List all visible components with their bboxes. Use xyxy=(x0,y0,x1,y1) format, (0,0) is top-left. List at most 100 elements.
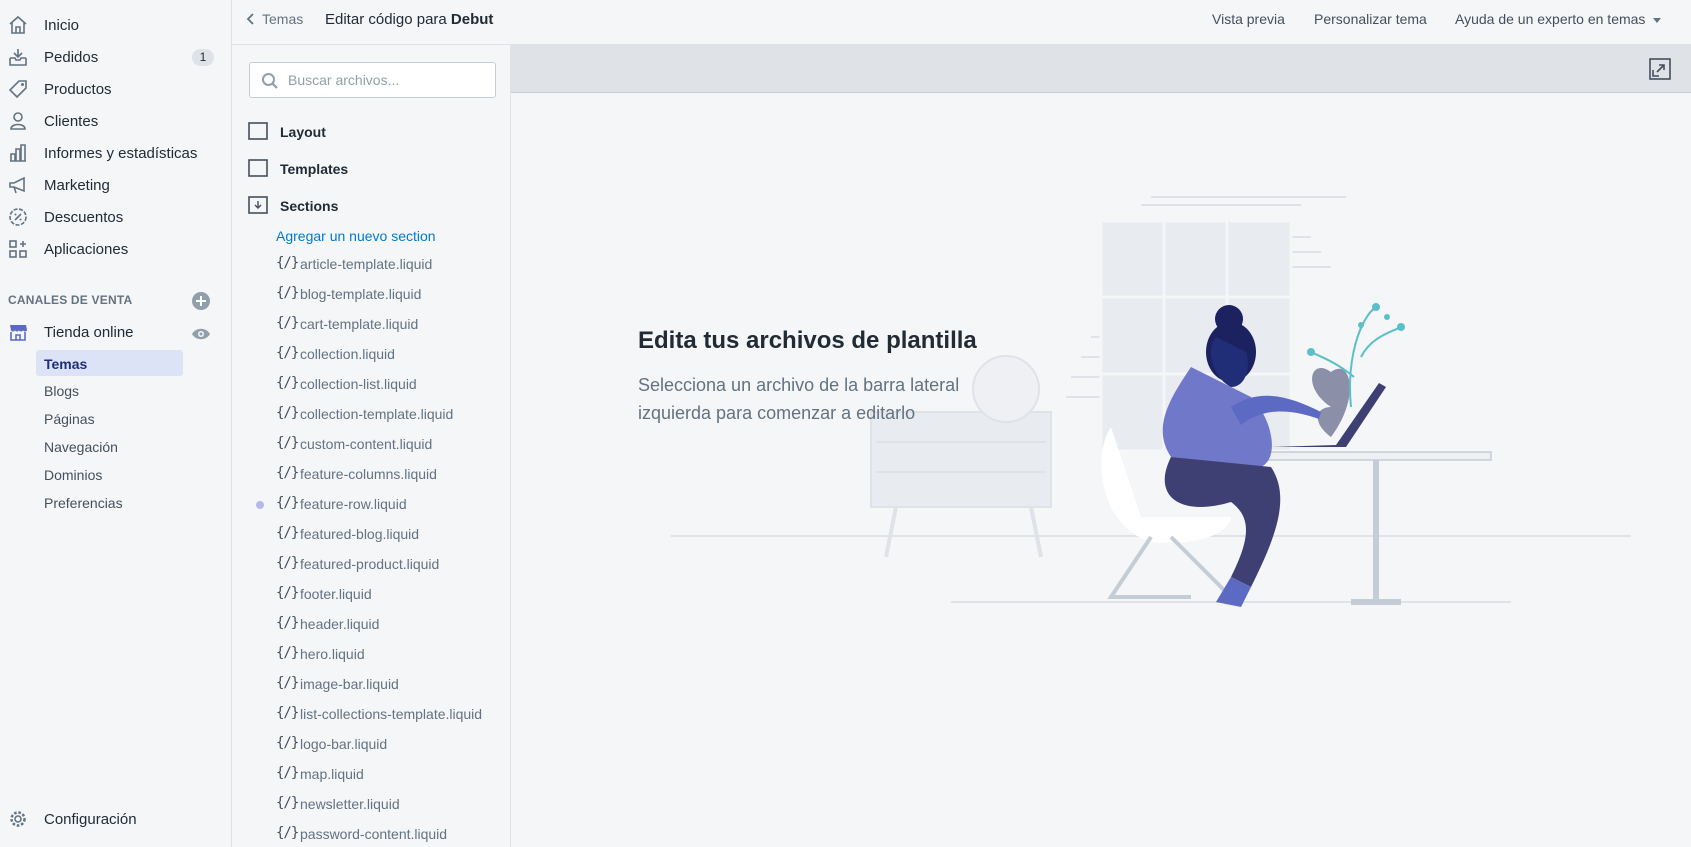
file-item-custom-content[interactable]: {/} custom-content.liquid xyxy=(276,432,510,456)
file-item-list-collections-template[interactable]: {/} list-collections-template.liquid xyxy=(276,702,510,726)
title-prefix: Editar código para xyxy=(325,11,447,28)
liquid-file-icon: {/} xyxy=(276,435,299,451)
search-input[interactable] xyxy=(288,65,488,95)
liquid-file-icon: {/} xyxy=(276,495,299,511)
back-to-themes-link[interactable]: Temas xyxy=(246,11,303,27)
nav-item-productos[interactable]: Productos xyxy=(0,73,231,105)
tag-icon xyxy=(8,80,27,99)
file-name: image-bar.liquid xyxy=(300,676,399,692)
file-item-map[interactable]: {/} map.liquid xyxy=(276,762,510,786)
search-icon xyxy=(262,73,278,89)
file-name: featured-blog.liquid xyxy=(300,526,420,542)
nav-item-configuracion[interactable]: Configuración xyxy=(0,803,231,835)
nav-item-inicio[interactable]: Inicio xyxy=(0,9,231,41)
nav-label: Descuentos xyxy=(44,209,124,226)
nav-item-informes[interactable]: Informes y estadísticas xyxy=(0,137,231,169)
modified-indicator xyxy=(256,501,264,509)
file-name: feature-row.liquid xyxy=(300,496,407,512)
folder-layout[interactable]: Layout xyxy=(248,117,498,145)
sub-item-label: Temas xyxy=(44,356,88,372)
liquid-file-icon: {/} xyxy=(276,645,299,661)
nav-item-clientes[interactable]: Clientes xyxy=(0,105,231,137)
file-name: custom-content.liquid xyxy=(300,436,433,452)
expert-help-dropdown[interactable]: Ayuda de un experto en temas xyxy=(1455,11,1662,27)
sub-item-label: Blogs xyxy=(44,383,80,399)
file-item-collection-template[interactable]: {/} collection-template.liquid xyxy=(276,402,510,426)
file-item-cart-template[interactable]: {/} cart-template.liquid xyxy=(276,312,510,336)
sub-item-label: Dominios xyxy=(44,467,103,483)
file-item-footer[interactable]: {/} footer.liquid xyxy=(276,582,510,606)
folder-label: Layout xyxy=(280,124,326,140)
file-item-featured-blog[interactable]: {/} featured-blog.liquid xyxy=(276,522,510,546)
code-editor-area: Edita tus archivos de plantilla Seleccio… xyxy=(511,45,1691,847)
nav-label: Marketing xyxy=(44,177,110,194)
sub-item-paginas[interactable]: Páginas xyxy=(36,405,183,431)
file-item-feature-columns[interactable]: {/} feature-columns.liquid xyxy=(276,462,510,486)
file-item-collection[interactable]: {/} collection.liquid xyxy=(276,342,510,366)
customize-theme-link[interactable]: Personalizar tema xyxy=(1314,11,1427,27)
orders-icon xyxy=(9,49,27,66)
file-item-image-bar[interactable]: {/} image-bar.liquid xyxy=(276,672,510,696)
expand-icon[interactable] xyxy=(1649,58,1671,80)
orders-count-badge: 1 xyxy=(192,49,214,66)
nav-label: Inicio xyxy=(44,17,80,34)
sub-item-temas[interactable]: Temas xyxy=(36,350,183,376)
file-item-hero[interactable]: {/} hero.liquid xyxy=(276,642,510,666)
liquid-file-icon: {/} xyxy=(276,795,299,811)
editor-tab-bar xyxy=(511,45,1691,93)
liquid-file-icon: {/} xyxy=(276,375,299,391)
file-name: hero.liquid xyxy=(300,646,365,662)
liquid-file-icon: {/} xyxy=(276,285,299,301)
file-name: map.liquid xyxy=(300,766,364,782)
expert-help-label: Ayuda de un experto en temas xyxy=(1455,11,1646,27)
file-name: header.liquid xyxy=(300,616,380,632)
file-item-featured-product[interactable]: {/} featured-product.liquid xyxy=(276,552,510,576)
folder-templates[interactable]: Templates xyxy=(248,154,498,182)
add-new-section-link[interactable]: Agregar un nuevo section xyxy=(276,228,436,244)
folder-open-icon xyxy=(248,196,268,214)
eye-icon[interactable] xyxy=(191,324,211,344)
sub-item-navegacion[interactable]: Navegación xyxy=(36,433,183,459)
folder-sections[interactable]: Sections xyxy=(248,191,498,219)
file-item-password-content[interactable]: {/} password-content.liquid xyxy=(276,822,510,846)
file-item-feature-row[interactable]: {/} feature-row.liquid xyxy=(256,492,510,516)
sub-item-blogs[interactable]: Blogs xyxy=(36,377,183,403)
liquid-file-icon: {/} xyxy=(276,735,299,751)
file-name: list-collections-template.liquid xyxy=(300,706,483,722)
file-name: password-content.liquid xyxy=(300,826,448,842)
megaphone-icon xyxy=(9,176,25,194)
file-item-header[interactable]: {/} header.liquid xyxy=(276,612,510,636)
file-name: logo-bar.liquid xyxy=(300,736,388,752)
nav-label: Aplicaciones xyxy=(44,241,129,258)
nav-label: Productos xyxy=(44,81,112,98)
file-name: newsletter.liquid xyxy=(300,796,400,812)
editor-topbar: Temas Editar código para Debut Vista pre… xyxy=(232,0,1691,45)
nav-item-aplicaciones[interactable]: Aplicaciones xyxy=(0,233,231,265)
empty-state-title: Edita tus archivos de plantilla xyxy=(638,327,977,354)
bar-chart-icon xyxy=(10,144,26,162)
file-search xyxy=(249,62,496,98)
file-item-collection-list[interactable]: {/} collection-list.liquid xyxy=(276,372,510,396)
file-name: collection-list.liquid xyxy=(300,376,417,392)
nav-item-descuentos[interactable]: Descuentos xyxy=(0,201,231,233)
store-icon xyxy=(10,325,27,341)
file-item-logo-bar[interactable]: {/} logo-bar.liquid xyxy=(276,732,510,756)
file-item-article-template[interactable]: {/} article-template.liquid xyxy=(276,252,510,276)
preview-link[interactable]: Vista previa xyxy=(1212,11,1285,27)
file-item-newsletter[interactable]: {/} newsletter.liquid xyxy=(276,792,510,816)
file-name: article-template.liquid xyxy=(300,256,433,272)
sub-item-dominios[interactable]: Dominios xyxy=(36,461,183,487)
chevron-left-icon xyxy=(246,13,254,25)
nav-label: Pedidos xyxy=(44,49,99,66)
file-item-blog-template[interactable]: {/} blog-template.liquid xyxy=(276,282,510,306)
add-sales-channel-button[interactable] xyxy=(192,292,210,310)
nav-label: Clientes xyxy=(44,113,99,130)
nav-label: Configuración xyxy=(44,811,137,828)
liquid-file-icon: {/} xyxy=(276,675,299,691)
nav-item-marketing[interactable]: Marketing xyxy=(0,169,231,201)
nav-label: Tienda online xyxy=(44,324,134,341)
sub-item-preferencias[interactable]: Preferencias xyxy=(36,489,183,515)
folder-label: Sections xyxy=(280,198,339,214)
discount-icon xyxy=(9,208,27,226)
nav-item-pedidos[interactable]: Pedidos 1 xyxy=(0,41,231,73)
